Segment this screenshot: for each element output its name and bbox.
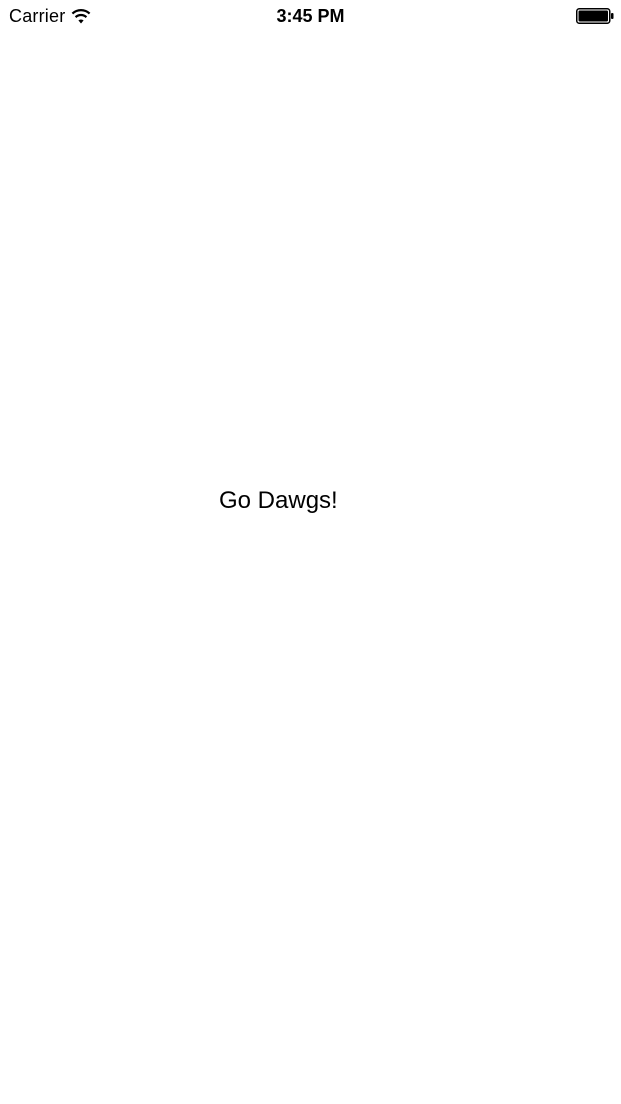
status-time: 3:45 PM — [276, 6, 345, 26]
go-dawgs-label: Go Dawgs! — [219, 487, 338, 514]
battery-icon — [576, 8, 614, 24]
status-bar: Carrier 3:45 PM — [0, 0, 621, 32]
